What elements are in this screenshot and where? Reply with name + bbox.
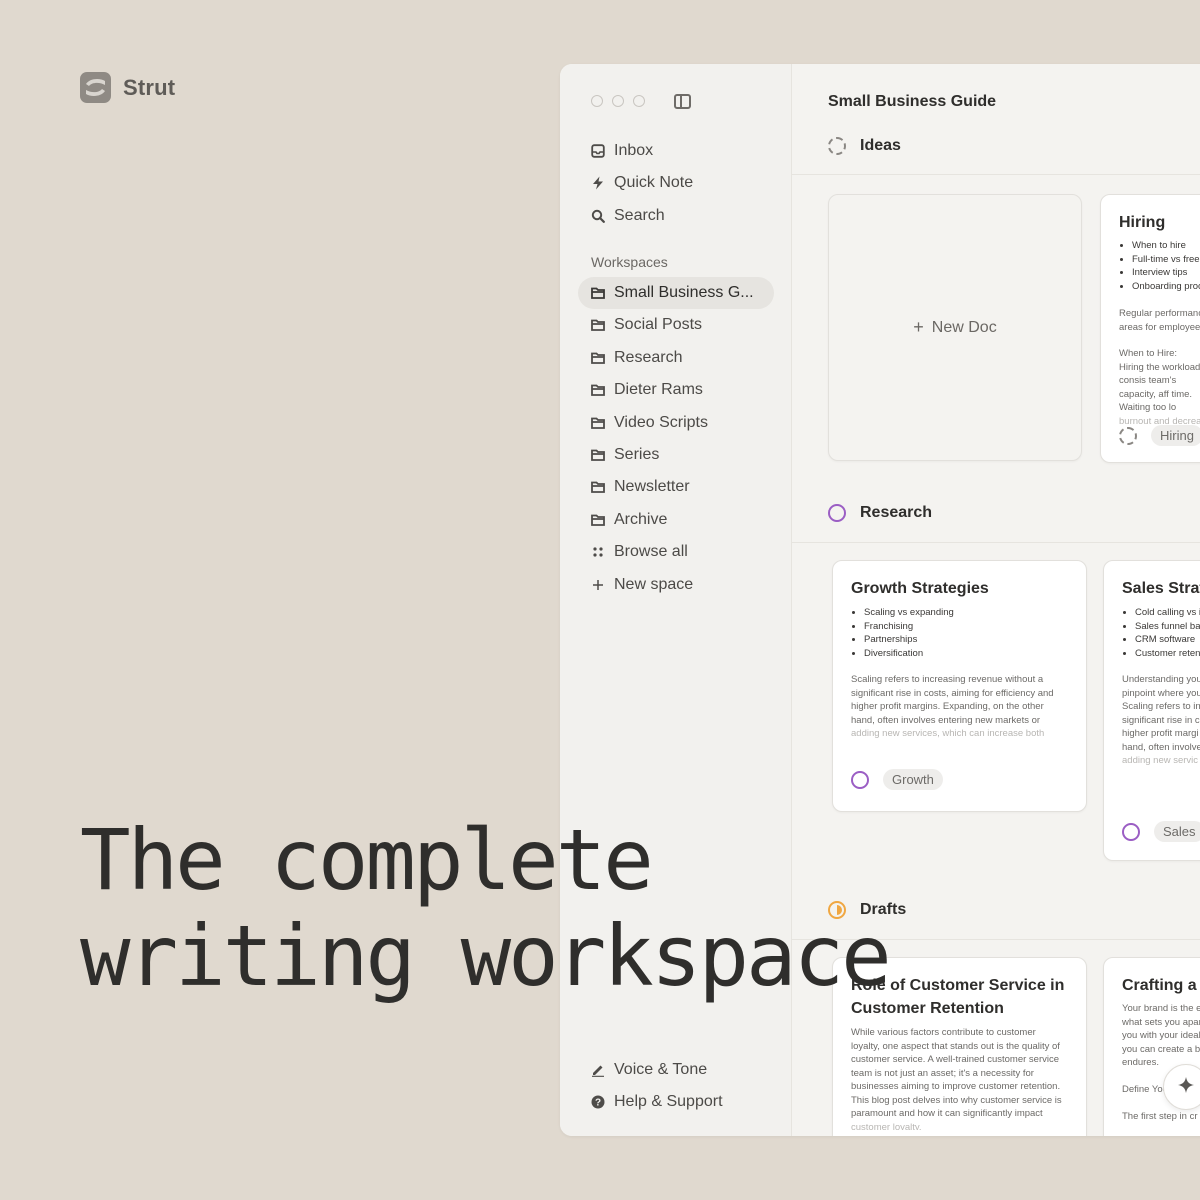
maximize-window-button[interactable] [633,95,645,107]
folder-icon [591,416,605,430]
minimize-window-button[interactable] [612,95,624,107]
sidebar-item-newsletter[interactable]: Newsletter [578,471,774,503]
tag-badge[interactable]: Hiring [1151,425,1200,446]
card-title: Crafting a [1122,977,1197,994]
card-footer: Growth [851,769,943,790]
sidebar-item-social-posts[interactable]: Social Posts [578,309,774,341]
group-header-research[interactable]: Research [828,504,932,522]
inbox-icon [591,144,605,158]
window-controls [591,95,645,107]
sidebar-item-search[interactable]: Search [578,200,774,232]
hero-line-1: The complete [80,811,654,909]
folder-icon [591,513,605,527]
pen-icon [591,1063,605,1077]
card-excerpt: Scaling refers to increasing revenue wit… [851,674,1054,739]
status-purple-icon [1122,822,1140,841]
status-dashed-icon [828,137,846,155]
hero-headline: The complete writing workspace [80,811,892,1005]
card-bullets: When to hire Full-time vs free Interview… [1119,239,1200,293]
card-footer: Sales [1122,821,1200,842]
sidebar-item-archive[interactable]: Archive [578,504,774,536]
card-bullets: Cold calling vs i Sales funnel ba CRM so… [1122,606,1200,660]
card-bullets: Scaling vs expanding Franchising Partner… [851,606,954,660]
card-excerpt: Understanding you pinpoint where you Sca… [1122,674,1200,766]
sidebar-item-series[interactable]: Series [578,439,774,471]
card-excerpt: The first step in cr [1122,1111,1198,1122]
sidebar-toggle-icon[interactable] [674,94,691,109]
folder-icon [591,351,605,365]
sidebar-top-nav: Inbox Quick Note Search [578,135,774,232]
doc-card-growth-strategies[interactable]: Growth Strategies Scaling vs expanding F… [832,560,1087,812]
workspaces-heading: Workspaces [591,254,668,270]
group-header-ideas[interactable]: Ideas [828,137,901,155]
svg-text:?: ? [595,1098,601,1109]
tag-badge[interactable]: Sales [1154,821,1200,842]
tag-badge[interactable]: Growth [883,769,943,790]
card-title: Growth Strategies [851,580,989,597]
doc-card-hiring[interactable]: Hiring When to hire Full-time vs free In… [1100,194,1200,463]
bolt-icon [591,176,605,190]
card-excerpt: Regular performanc areas for employee [1119,308,1200,333]
sidebar-item-voice-tone[interactable]: Voice & Tone [578,1054,774,1086]
folder-icon [591,448,605,462]
folder-icon [591,383,605,397]
folder-icon [591,286,605,300]
sidebar-item-small-business-guide[interactable]: Small Business G... [578,277,774,309]
card-title: Hiring [1119,214,1166,231]
sidebar-item-browse-all[interactable]: Browse all [578,536,774,568]
card-excerpt: Your brand is the e what sets you apar y… [1122,1003,1200,1068]
folder-icon [591,318,605,332]
status-purple-icon [851,770,869,789]
sparkle-icon [1177,1076,1195,1099]
sidebar-item-dieter-rams[interactable]: Dieter Rams [578,374,774,406]
card-excerpt: When to Hire: Hiring the workload consis… [1119,348,1200,427]
sidebar-item-quick-note[interactable]: Quick Note [578,167,774,199]
plus-icon: + [913,317,924,337]
card-footer: Hiring [1119,425,1200,446]
strut-logo-icon [80,72,111,103]
sidebar-item-video-scripts[interactable]: Video Scripts [578,407,774,439]
new-doc-button[interactable]: + New Doc [828,194,1082,461]
workspace-list: Small Business G... Social Posts Researc… [578,277,774,601]
hero-line-2: writing workspace [80,907,892,1005]
page-title: Small Business Guide [828,93,997,110]
card-title: Sales Strat [1122,580,1200,597]
divider [792,542,1200,543]
status-purple-icon [828,504,846,522]
card-excerpt: While various factors contribute to cust… [851,1027,1062,1130]
grid-dots-icon [591,545,605,559]
folder-icon [591,480,605,494]
search-icon [591,209,605,223]
plus-icon [591,578,605,592]
sidebar-item-new-space[interactable]: New space [578,569,774,601]
sidebar-item-inbox[interactable]: Inbox [578,135,774,167]
brand-logo: Strut [80,72,175,103]
divider [792,174,1200,175]
sidebar-item-help-support[interactable]: ? Help & Support [578,1086,774,1118]
brand-name: Strut [123,74,176,100]
status-dashed-icon [1119,426,1137,445]
sidebar-item-research[interactable]: Research [578,342,774,374]
help-icon: ? [591,1095,605,1109]
sidebar-bottom-nav: Voice & Tone ? Help & Support [578,1054,774,1119]
close-window-button[interactable] [591,95,603,107]
doc-card-sales-strategies[interactable]: Sales Strat Cold calling vs i Sales funn… [1103,560,1200,861]
